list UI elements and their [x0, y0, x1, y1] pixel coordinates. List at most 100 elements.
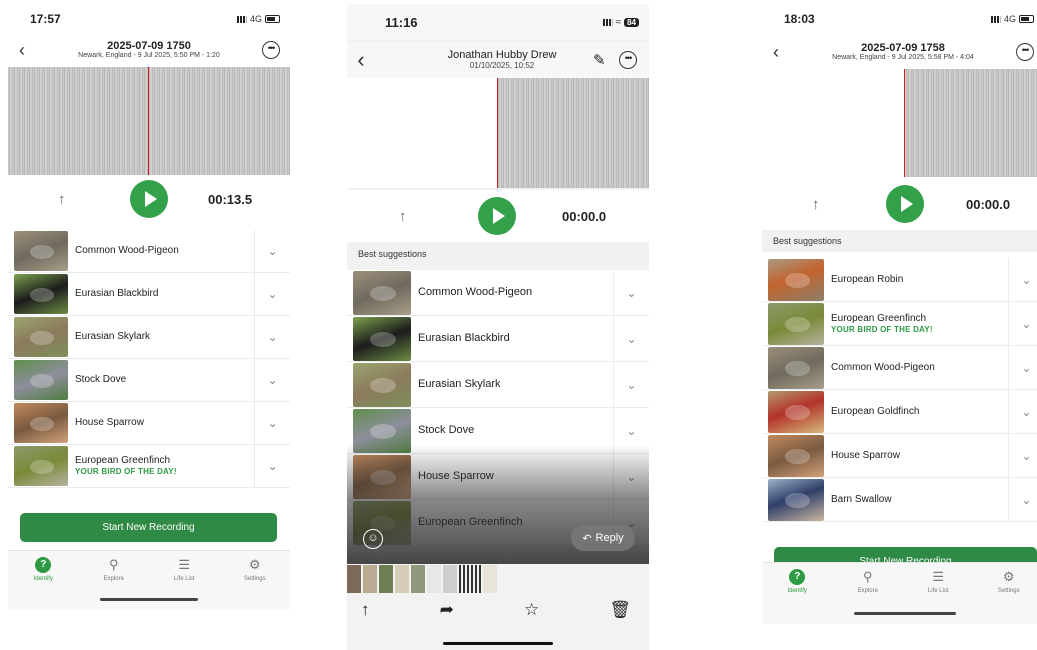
playhead[interactable]: [904, 69, 905, 177]
chevron-down-icon[interactable]: ⌄: [613, 408, 649, 453]
list-item[interactable]: Barn Swallow ⌄: [762, 478, 1037, 522]
chevron-down-icon[interactable]: ⌄: [1008, 302, 1037, 345]
tab-identify[interactable]: ? Identify: [762, 563, 833, 624]
identify-icon: ?: [35, 557, 52, 573]
back-icon[interactable]: ‹: [8, 40, 36, 61]
chevron-down-icon[interactable]: ⌄: [613, 454, 649, 499]
list-item[interactable]: European Greenfinch YOUR BIRD OF THE DAY!…: [8, 445, 290, 488]
bird-name: House Sparrow: [831, 449, 900, 461]
list-item[interactable]: Common Wood-Pigeon ⌄: [347, 270, 649, 316]
bird-thumbnail: [768, 434, 824, 477]
bird-name: Common Wood-Pigeon: [75, 245, 179, 256]
list-item[interactable]: Eurasian Blackbird ⌄: [347, 316, 649, 362]
suggestion-list: Common Wood-Pigeon ⌄ Eurasian Blackbird …: [8, 230, 290, 488]
share-icon[interactable]: ↑: [361, 600, 370, 624]
share-icon[interactable]: ↑: [399, 208, 407, 225]
bird-thumbnail: [353, 454, 411, 499]
tab-life-list[interactable]: ☰ Life List: [149, 551, 220, 610]
chevron-down-icon[interactable]: ⌄: [613, 362, 649, 407]
forward-icon[interactable]: ➦: [440, 600, 454, 624]
tab-bar: ? Identify ⚲ Explore ☰ Life List ⚙ Settings: [8, 550, 290, 610]
phone-screenshot-3: 18:03 4G ‹ 2025-07-09 1758 Newark, Engla…: [762, 6, 1037, 624]
markup-icon[interactable]: ✎: [593, 51, 619, 69]
signal-icon: [990, 15, 1001, 23]
status-time: 11:16: [385, 14, 418, 30]
list-item[interactable]: Common Wood-Pigeon ⌄: [762, 346, 1037, 390]
chevron-down-icon[interactable]: ⌄: [254, 445, 290, 487]
bird-name: Common Wood-Pigeon: [418, 285, 533, 298]
chevron-down-icon[interactable]: ⌄: [1008, 434, 1037, 477]
bird-name: Barn Swallow: [831, 493, 892, 505]
chevron-down-icon[interactable]: ⌄: [613, 270, 649, 315]
list-item[interactable]: House Sparrow ⌄: [347, 454, 649, 500]
list-item[interactable]: European Greenfinch YOUR BIRD OF THE DAY!…: [762, 302, 1037, 346]
reply-arrow-icon: ↶: [582, 532, 592, 545]
list-item[interactable]: House Sparrow ⌄: [8, 402, 290, 445]
chevron-down-icon[interactable]: ⌄: [1008, 390, 1037, 433]
start-new-recording-button[interactable]: Start New Recording: [20, 513, 277, 542]
home-indicator[interactable]: [854, 612, 956, 615]
list-item[interactable]: Common Wood-Pigeon ⌄: [8, 230, 290, 273]
more-options-icon[interactable]: •••: [619, 51, 637, 69]
player-controls: ↑ 00:00.0: [762, 180, 1037, 228]
spectrogram[interactable]: [8, 67, 290, 175]
playhead[interactable]: [148, 67, 149, 175]
chevron-down-icon[interactable]: ⌄: [254, 230, 290, 272]
list-item[interactable]: European Goldfinch ⌄: [762, 390, 1037, 434]
more-options-icon[interactable]: •••: [262, 41, 280, 59]
bird-name: Stock Dove: [75, 374, 127, 385]
list-item[interactable]: House Sparrow ⌄: [762, 434, 1037, 478]
back-icon[interactable]: ‹: [347, 47, 375, 73]
bird-of-the-day-label: YOUR BIRD OF THE DAY!: [831, 324, 933, 334]
signal-icon: [602, 18, 613, 26]
more-options-icon[interactable]: •••: [1016, 43, 1034, 61]
signal-icon: [236, 15, 247, 23]
bird-thumbnail: [353, 362, 411, 407]
share-icon[interactable]: ↑: [58, 191, 66, 208]
trash-icon[interactable]: 🗑: [609, 600, 631, 624]
bird-name: House Sparrow: [418, 469, 494, 482]
battery-icon: [265, 15, 280, 23]
play-button[interactable]: [886, 185, 924, 223]
chevron-down-icon[interactable]: ⌄: [254, 359, 290, 401]
list-item[interactable]: Stock Dove ⌄: [347, 408, 649, 454]
chevron-down-icon[interactable]: ⌄: [1008, 258, 1037, 301]
list-item[interactable]: Eurasian Skylark ⌄: [8, 316, 290, 359]
bird-thumbnail: [768, 390, 824, 433]
chevron-down-icon[interactable]: ⌄: [254, 273, 290, 315]
tab-settings[interactable]: ⚙ Settings: [220, 551, 291, 610]
bird-name: Eurasian Blackbird: [418, 331, 510, 344]
list-item[interactable]: European Robin ⌄: [762, 258, 1037, 302]
search-icon: ⚲: [862, 569, 873, 584]
playback-time: 00:13.5: [208, 191, 253, 207]
list-item[interactable]: Stock Dove ⌄: [8, 359, 290, 402]
bird-thumbnail: [768, 302, 824, 345]
back-icon[interactable]: ‹: [762, 42, 790, 63]
home-indicator[interactable]: [100, 598, 198, 601]
bird-thumbnail: [14, 274, 68, 314]
battery-level: 84: [624, 17, 639, 27]
home-indicator[interactable]: [443, 642, 553, 645]
chevron-down-icon[interactable]: ⌄: [254, 316, 290, 358]
play-button[interactable]: [130, 180, 168, 218]
spectrogram[interactable]: [347, 78, 649, 188]
list-item[interactable]: Eurasian Blackbird ⌄: [8, 273, 290, 316]
tab-explore[interactable]: ⚲ Explore: [79, 551, 150, 610]
attachment-strip[interactable]: [347, 565, 649, 593]
list-item[interactable]: Eurasian Skylark ⌄: [347, 362, 649, 408]
tab-settings[interactable]: ⚙ Settings: [974, 563, 1037, 624]
chevron-down-icon[interactable]: ⌄: [1008, 478, 1037, 521]
chevron-down-icon[interactable]: ⌄: [613, 316, 649, 361]
playhead[interactable]: [497, 78, 498, 188]
status-time: 17:57: [30, 12, 61, 26]
recording-title: 2025-07-09 1758: [861, 41, 945, 54]
tab-identify[interactable]: ? Identify: [8, 551, 79, 610]
chevron-down-icon[interactable]: ⌄: [1008, 346, 1037, 389]
spectrogram[interactable]: [762, 69, 1037, 177]
play-button[interactable]: [478, 197, 516, 235]
share-icon[interactable]: ↑: [812, 196, 820, 213]
reply-button[interactable]: ↶ Reply: [571, 525, 635, 551]
emoji-reaction-icon[interactable]: ☺: [363, 529, 383, 549]
chevron-down-icon[interactable]: ⌄: [254, 402, 290, 444]
star-icon[interactable]: ☆: [524, 600, 539, 624]
